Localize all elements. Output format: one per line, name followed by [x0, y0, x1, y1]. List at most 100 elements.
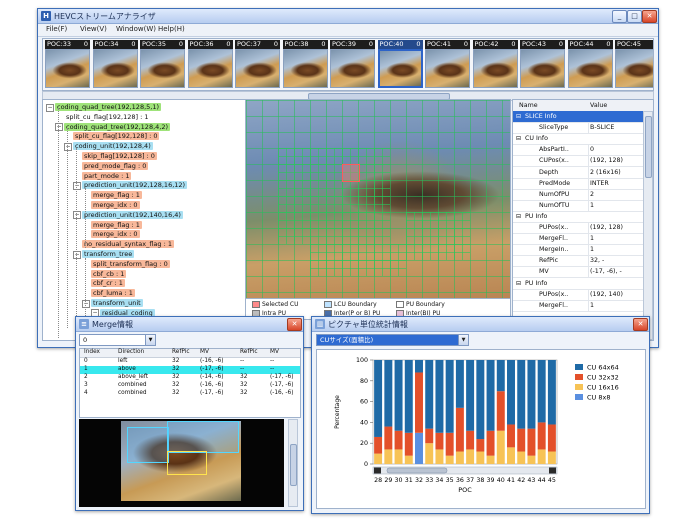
thumbnail-poc-35[interactable]: POC:35 0: [140, 40, 185, 88]
thumbnail-poc-34[interactable]: POC:34 0: [92, 40, 138, 88]
merge-table-row[interactable]: 3 combined 32 (-16, -6) 32 (-17, -6): [80, 382, 300, 390]
minimize-icon[interactable]: _: [612, 10, 627, 23]
merge-table-cell: 32: [172, 366, 180, 372]
tree-expand-icon[interactable]: −: [73, 181, 81, 190]
syntax-tree-node[interactable]: prediction_unit(192,140,16,4): [82, 210, 183, 219]
menu-file[interactable]: File(F): [46, 25, 67, 33]
chart-scroll-thumb[interactable]: [386, 467, 448, 474]
thumbnail-poc-41[interactable]: POC:41 0: [425, 40, 470, 88]
y-tick-label: 80: [360, 378, 368, 385]
property-value: B-SLICE: [590, 124, 615, 132]
thumbnail-poc-44[interactable]: POC:44 0: [567, 40, 613, 88]
merge-table-row[interactable]: 4 combined 32 (-17, -6) 32 (-16, -6): [80, 390, 300, 398]
merge-preview-scrollbar[interactable]: [288, 419, 298, 507]
merge-table-cell: combined: [118, 390, 147, 396]
syntax-tree-node[interactable]: prediction_unit(192,128,16,12): [82, 181, 188, 190]
scroll-left-icon[interactable]: [374, 467, 381, 474]
close-icon[interactable]: ✕: [642, 10, 657, 23]
menu-window[interactable]: Window(W): [116, 25, 156, 33]
scroll-right-icon[interactable]: [549, 467, 556, 474]
legend-swatch-icon: [396, 301, 404, 308]
bar-segment: [445, 432, 454, 456]
syntax-tree-node[interactable]: merge_flag : 1: [91, 191, 142, 200]
tree-expand-icon[interactable]: −: [46, 103, 54, 112]
syntax-tree-node[interactable]: coding_unit(192,128,4): [73, 142, 153, 151]
menu-view[interactable]: View(V): [80, 25, 107, 33]
property-collapse-icon[interactable]: ⊟: [516, 111, 521, 122]
thumbnail-poc-36[interactable]: POC:36 0: [187, 40, 233, 88]
bar-segment: [496, 360, 505, 392]
merge-table-row[interactable]: 0 left 32 (-16, -6) -- --: [80, 358, 300, 366]
thumbnail-poc-43[interactable]: POC:43 0: [520, 40, 565, 88]
syntax-tree-node[interactable]: split_transform_flag : 0: [91, 259, 170, 268]
bar-segment: [435, 432, 444, 450]
thumbnail-poc-42[interactable]: POC:42 0: [472, 40, 518, 88]
merge-pu-select[interactable]: 0 ▼: [79, 334, 156, 346]
tree-connector-line: [67, 128, 68, 328]
syntax-tree-node[interactable]: part_mode : 1: [82, 171, 132, 180]
stats-title-bar[interactable]: ▥ ピクチャ単位統計情報 ✕: [312, 317, 649, 332]
merge-table-cell: 0: [84, 358, 88, 364]
merge-table-row[interactable]: 1 above 32 (-17, -6) -- --: [80, 366, 300, 374]
syntax-tree-node[interactable]: cbf_cb : 1: [91, 269, 127, 278]
thumbnail-poc-45[interactable]: POC:450: [615, 40, 653, 88]
tree-expand-icon[interactable]: −: [73, 250, 81, 259]
menu-help[interactable]: Help(H): [158, 25, 185, 33]
merge-preview-scroll-thumb[interactable]: [290, 444, 297, 486]
syntax-tree-node[interactable]: split_cu_flag[192,128] : 1: [64, 112, 151, 121]
merge-title-bar[interactable]: ≡ Merge情報 ✕: [76, 317, 303, 332]
syntax-tree-node[interactable]: skip_flag[192,128] : 0: [82, 152, 157, 160]
merge-table-cell: 32: [240, 382, 248, 388]
main-title-bar[interactable]: H HEVCストリームアナライザ _ □ ✕: [38, 9, 658, 24]
syntax-tree-node[interactable]: cbf_cr : 1: [91, 279, 125, 288]
tree-expand-icon[interactable]: −: [73, 211, 81, 220]
view-legend-item: Selected CU: [252, 301, 299, 308]
property-value: (192, 128): [590, 157, 623, 165]
property-row[interactable]: MergeFl.. 1: [513, 299, 643, 312]
bar-segment: [496, 430, 505, 464]
property-scroll-thumb[interactable]: [645, 116, 652, 178]
property-collapse-icon[interactable]: ⊟: [516, 133, 521, 144]
picture-statistics-window: ▥ ピクチャ単位統計情報 ✕ CUサイズ(面積比) ▼ 28 29 30 31 32 33…: [311, 316, 650, 514]
syntax-tree-node[interactable]: transform_tree: [82, 250, 135, 258]
syntax-tree-node[interactable]: transform_unit: [91, 299, 143, 307]
syntax-tree-node[interactable]: merge_idx : 0: [91, 201, 140, 209]
legend-swatch: [575, 364, 583, 370]
thumbnail-poc-38[interactable]: POC:38 0: [282, 40, 328, 88]
x-tick-label: 45: [548, 477, 556, 484]
tree-expand-icon[interactable]: −: [55, 123, 63, 132]
x-tick-label: 31: [405, 477, 413, 484]
chevron-down-icon[interactable]: ▼: [458, 335, 468, 345]
syntax-tree-node[interactable]: pred_mode_flag : 0: [82, 161, 149, 170]
statistic-type-select[interactable]: CUサイズ(面積比) ▼: [316, 334, 469, 346]
thumbnail-poc-33[interactable]: POC:33 0: [45, 40, 90, 88]
chevron-down-icon[interactable]: ▼: [145, 335, 155, 345]
syntax-tree-node[interactable]: coding_quad_tree(192,128,5,1): [55, 103, 162, 111]
merge-close-icon[interactable]: ✕: [287, 318, 302, 331]
thumbnail-image: [45, 49, 90, 88]
bar-segment: [445, 455, 454, 464]
stats-close-icon[interactable]: ✕: [633, 318, 648, 331]
thumbnail-poc-37[interactable]: POC:37 0: [235, 40, 280, 88]
syntax-tree-node[interactable]: coding_quad_tree(192,128,4,2): [64, 122, 171, 131]
bar-segment: [404, 455, 413, 464]
thumbnail-image: [425, 49, 470, 88]
syntax-tree-node[interactable]: split_cu_flag[192,128] : 0: [73, 132, 160, 141]
syntax-tree-node[interactable]: merge_flag : 1: [91, 220, 142, 229]
tree-expand-icon[interactable]: −: [64, 142, 72, 151]
syntax-tree-node[interactable]: no_residual_syntax_flag : 1: [82, 240, 174, 249]
bar-segment: [384, 426, 393, 450]
x-tick-label: 32: [415, 477, 423, 484]
property-collapse-icon[interactable]: ⊟: [516, 278, 521, 289]
syntax-tree-node[interactable]: cbf_luma : 1: [91, 289, 135, 298]
syntax-tree-node[interactable]: merge_idx : 0: [91, 230, 140, 239]
property-scrollbar[interactable]: [643, 111, 653, 340]
property-collapse-icon[interactable]: ⊟: [516, 211, 521, 222]
tree-expand-icon[interactable]: −: [82, 299, 90, 308]
picture-view[interactable]: [245, 99, 511, 299]
merge-table-row[interactable]: 2 above_left 32 (-14, -6) 32 (-17, -6): [80, 374, 300, 382]
thumbnail-poc-40[interactable]: POC:40 0: [377, 40, 423, 88]
property-divider: [588, 244, 589, 256]
thumbnail-poc-39[interactable]: POC:39 0: [330, 40, 375, 88]
maximize-icon[interactable]: □: [627, 10, 642, 23]
